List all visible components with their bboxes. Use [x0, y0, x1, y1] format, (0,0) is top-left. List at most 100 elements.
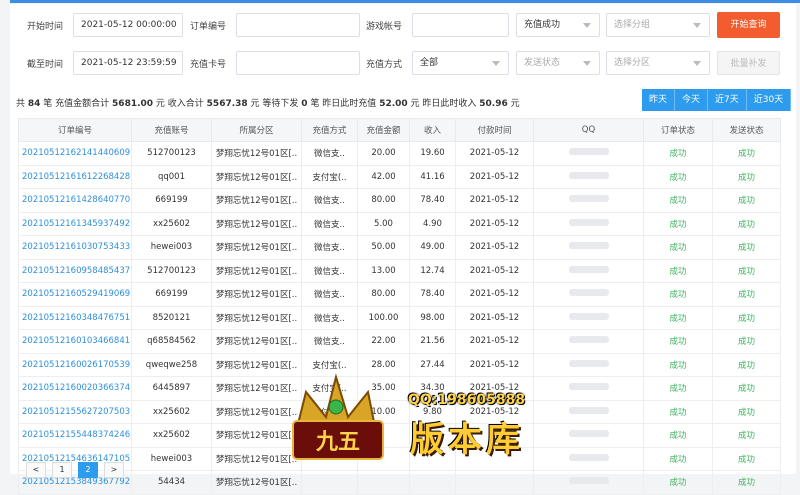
total-amount: 5681.00: [112, 99, 154, 109]
table-cell: [533, 258, 644, 283]
redacted-qq: [568, 312, 609, 320]
start-time-input[interactable]: 2021-05-12 00:00:00: [73, 13, 183, 37]
redacted-qq: [568, 242, 609, 250]
order-status-cell: 成功: [643, 376, 713, 401]
order-id-link[interactable]: 20210512160103466841 60: [18, 329, 132, 354]
table-cell: 20.00: [357, 141, 410, 166]
table-row[interactable]: 20210512161428640770 56669199梦翔忘忧12号01区[…: [18, 188, 781, 213]
order-id-link[interactable]: 20210512160348476751 36: [18, 305, 132, 330]
send-status-cell: 成功: [712, 399, 781, 424]
table-cell: 微信支..: [301, 305, 358, 330]
column-header: 付款时间: [455, 118, 534, 142]
order-id-link[interactable]: 20210512155627207503 36: [18, 399, 132, 424]
table-row[interactable]: 20210512160958485437 84512700123梦翔忘忧12号0…: [18, 258, 781, 283]
table-cell: 2021-05-12: [455, 141, 534, 166]
order-id-link[interactable]: 20210512160958485437 84: [18, 258, 132, 283]
table-cell: q68584562: [131, 329, 212, 354]
game-account-input[interactable]: [412, 13, 509, 37]
table-cell: 42.00: [357, 164, 410, 189]
table-row[interactable]: 20210512160348476751 368520121梦翔忘忧12号01区…: [18, 305, 781, 330]
batch-resend-button[interactable]: 批量补发: [717, 51, 780, 75]
pager-page-current[interactable]: 2: [78, 462, 98, 478]
table-row[interactable]: 20210512153849367792 6454434梦翔忘忧12号01区[.…: [18, 470, 781, 495]
method-select[interactable]: 全部: [412, 51, 509, 75]
send-status-cell: 成功: [712, 329, 781, 354]
order-status-cell: 成功: [643, 352, 713, 377]
table-row[interactable]: 20210512160529419069 44669199梦翔忘忧12号01区[…: [18, 282, 781, 307]
table-cell: [455, 470, 534, 495]
date-btn-7days[interactable]: 近7天: [708, 89, 747, 111]
redacted-qq: [568, 289, 609, 297]
table-cell: 78.40: [409, 188, 456, 213]
order-id-link[interactable]: 20210512160529419069 44: [18, 282, 132, 307]
pagination: < 1 2 >: [26, 462, 124, 478]
table-cell: xx25602: [131, 399, 212, 424]
date-btn-today[interactable]: 今天: [675, 89, 709, 111]
order-no-label: 订单编号: [190, 21, 227, 32]
start-query-button[interactable]: 开始查询: [717, 12, 780, 38]
table-row[interactable]: 20210512162141440609 28512700123梦翔忘忧12号0…: [18, 141, 781, 166]
table-cell: 2021-05-12: [455, 258, 534, 283]
table-row[interactable]: 20210512161612268428 80qq001梦翔忘忧12号01区[.…: [18, 164, 781, 189]
pager-next[interactable]: >: [104, 462, 124, 478]
send-status-cell: 成功: [712, 352, 781, 377]
date-btn-yesterday[interactable]: 昨天: [642, 89, 676, 111]
table-cell: 21.56: [409, 329, 456, 354]
table-cell: 梦翔忘忧12号01区[..: [211, 188, 302, 213]
table-cell: 669199: [131, 188, 212, 213]
total-income: 5567.38: [206, 99, 248, 109]
table-row[interactable]: 20210512160103466841 60q68584562梦翔忘忧12号0…: [18, 329, 781, 354]
order-id-link[interactable]: 20210512161345937492 48: [18, 211, 132, 236]
table-cell: 50.00: [357, 235, 410, 260]
redacted-qq: [568, 336, 609, 344]
table-cell: 80.00: [357, 188, 410, 213]
table-cell: 78.40: [409, 282, 456, 307]
table-header-row: 订单编号 充值账号 所属分区 充值方式 充值金额 收入 付款时间 QQ 订单状态 发送状态: [18, 118, 781, 142]
order-id-link[interactable]: 20210512161428640770 56: [18, 188, 132, 213]
group-select[interactable]: 选择分组: [606, 13, 710, 37]
table-cell: hewei003: [131, 235, 212, 260]
order-id-link[interactable]: 20210512160020366374 40: [18, 376, 132, 401]
end-time-input[interactable]: 2021-05-12 23:59:59: [73, 51, 183, 75]
send-status-cell: 成功: [712, 258, 781, 283]
pager-prev[interactable]: <: [26, 462, 46, 478]
column-header: 充值金额: [357, 118, 410, 142]
date-btn-30days[interactable]: 近30天: [746, 89, 792, 111]
recharge-status-select[interactable]: 充值成功: [516, 13, 600, 37]
zone-select[interactable]: 选择分区: [606, 51, 710, 75]
order-id-link[interactable]: 20210512161612268428 80: [18, 164, 132, 189]
order-status-cell: 成功: [643, 305, 713, 330]
table-cell: 微信支..: [301, 211, 358, 236]
send-status-select[interactable]: 发送状态: [516, 51, 600, 75]
pager-page[interactable]: 1: [52, 462, 72, 478]
redacted-qq: [568, 359, 609, 367]
order-status-cell: 成功: [643, 329, 713, 354]
order-status-cell: 成功: [643, 399, 713, 424]
table-cell: 49.00: [409, 235, 456, 260]
order-id-link[interactable]: 20210512155448374246 40: [18, 423, 132, 448]
send-status-cell: 成功: [712, 446, 781, 471]
table-cell: 54434: [131, 470, 212, 495]
table-cell: 微信支..: [301, 235, 358, 260]
table-cell: hewei003: [131, 446, 212, 471]
column-header: 收入: [409, 118, 456, 142]
table-row[interactable]: 20210512161030753433 60hewei003梦翔忘忧12号01…: [18, 235, 781, 260]
table-cell: 梦翔忘忧12号01区[..: [211, 211, 302, 236]
table-cell: [533, 188, 644, 213]
order-no-input[interactable]: [236, 13, 360, 37]
send-status-cell: 成功: [712, 376, 781, 401]
table-cell: 13.00: [357, 258, 410, 283]
table-cell: qq001: [131, 164, 212, 189]
card-no-input[interactable]: [236, 51, 360, 75]
table-cell: [409, 470, 456, 495]
order-id-link[interactable]: 20210512161030753433 60: [18, 235, 132, 260]
method-label: 充值方式: [366, 59, 403, 70]
order-id-link[interactable]: 20210512162141440609 28: [18, 141, 132, 166]
table-cell: 5.00: [357, 211, 410, 236]
table-row[interactable]: 20210512161345937492 48xx25602梦翔忘忧12号01区…: [18, 211, 781, 236]
table-cell: 2021-05-12: [455, 188, 534, 213]
yesterday-income: 50.96: [479, 99, 508, 109]
table-cell: [301, 470, 358, 495]
end-time-label: 截至时间: [27, 59, 64, 70]
order-id-link[interactable]: 20210512160026170539 52: [18, 352, 132, 377]
